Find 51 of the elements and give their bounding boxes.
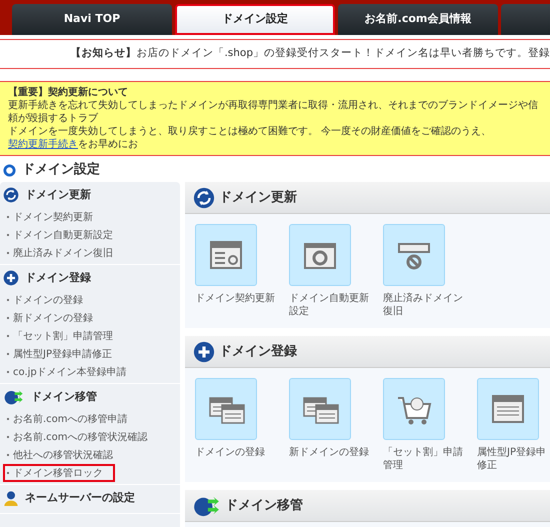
sidebar-link[interactable]: ドメイン自動更新設定: [3, 226, 177, 244]
sidebar-heading: ドメイン登録: [25, 270, 91, 286]
ring-icon: [3, 164, 16, 176]
tile-button[interactable]: [477, 378, 539, 440]
sidebar-link[interactable]: 新ドメインの登録: [3, 309, 177, 327]
section-title: ドメイン移管: [225, 496, 303, 515]
page-title: ドメイン設定: [22, 160, 100, 180]
notice-text: ドメインを一度失効してしまうと、取り戻すことは極めて困難です。 今一度その財産価値をご確認のうえ、 契約更新手続き をお早めにお: [8, 125, 492, 151]
tile-label[interactable]: 廃止済みドメイン復旧: [383, 292, 469, 318]
sidebar-link[interactable]: 「セット割」申請管理: [3, 327, 177, 345]
tile-button[interactable]: [289, 378, 351, 440]
sidebar-link[interactable]: お名前.comへの移管状況確認: [3, 428, 177, 446]
sidebar-heading: ドメイン更新: [25, 186, 91, 203]
section-title: ドメイン登録: [219, 342, 297, 361]
tile-button[interactable]: [383, 224, 445, 286]
sidebar-link[interactable]: 他社への移管状況確認: [3, 446, 177, 464]
tile-button[interactable]: [195, 378, 257, 440]
sidebar-link[interactable]: 廃止済みドメイン復旧: [3, 244, 177, 262]
refresh-icon: [3, 187, 19, 203]
notice-title: 【重要】契約更新について: [8, 86, 129, 99]
tile-label[interactable]: 「セット割」申請管理: [383, 446, 469, 472]
tile-label[interactable]: ドメイン契約更新: [195, 292, 281, 305]
tile-label[interactable]: 属性型JP登録申: [477, 446, 550, 459]
announcement-text: 【お知らせ】お店のドメイン「.shop」の登録受付スタート！ドメイン名は早い者勝ちです。登録: [70, 46, 550, 62]
plus-icon: [3, 270, 19, 286]
sidebar-link[interactable]: ドメインの登録: [3, 291, 177, 309]
sidebar-link[interactable]: ドメイン契約更新: [3, 208, 177, 226]
renewal-link[interactable]: 契約更新手続き: [8, 139, 78, 150]
section-title: ドメイン更新: [219, 188, 297, 207]
tile-button[interactable]: [383, 378, 445, 440]
sidebar-link[interactable]: ドメイン移管ロック: [3, 464, 115, 482]
person-icon: [3, 490, 19, 506]
sidebar-heading: ネームサーバーの設定: [25, 490, 135, 506]
plus-icon: [193, 340, 215, 362]
globe-arrows-icon: [3, 389, 25, 405]
nav-tab[interactable]: ドメイン設定: [175, 4, 335, 35]
tile-button[interactable]: [195, 224, 257, 286]
notice-text: 更新手続きを忘れて失効してしまったドメインが再取得専門業者に取得・流用され、それまでのブランドイメージや信頼が毀損するトラブ: [8, 99, 539, 125]
tile-label[interactable]: 新ドメインの登録: [289, 446, 375, 459]
tile-label[interactable]: ドメインの登録: [195, 446, 281, 459]
sidebar-link[interactable]: お名前.comへの移管申請: [3, 410, 177, 428]
tile-button[interactable]: [289, 224, 351, 286]
globe-arrows-icon: [193, 494, 221, 516]
refresh-icon: [193, 186, 215, 208]
sidebar-link[interactable]: co.jpドメイン本登録申請: [3, 363, 177, 381]
nav-tab[interactable]: Navi TOP: [12, 4, 172, 35]
tile-label[interactable]: 修正: [477, 459, 550, 472]
tile-label[interactable]: ドメイン自動更新設定: [289, 292, 375, 318]
sidebar-link[interactable]: 属性型JP登録申請修正: [3, 345, 177, 363]
nav-tab[interactable]: お名前.com会員情報: [338, 4, 498, 35]
sidebar-heading: ドメイン移管: [31, 388, 97, 405]
